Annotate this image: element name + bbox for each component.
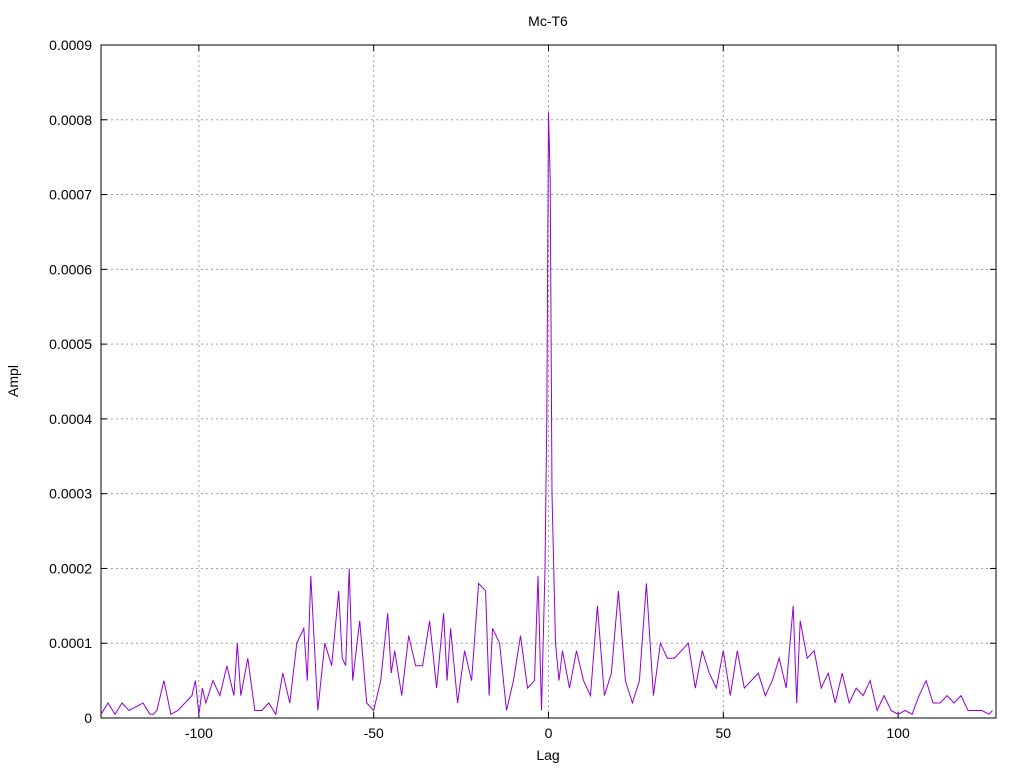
y-tick-label: 0 [84,710,92,726]
ticks: -100 -50 0 50 100 0 0.0001 0.0002 0.0003 0.0004 0.… [49,37,996,741]
y-tick-label: 0.0003 [49,486,92,502]
y-tick-label: 0.0002 [49,560,92,576]
series-line [100,112,993,716]
chart: -100 -50 0 50 100 0 0.0001 0.0002 0.0003 0.0004 0.… [5,13,997,763]
y-tick-label: 0.0009 [49,37,92,53]
chart-title: Mc-T6 [528,13,568,29]
y-tick-label: 0.0004 [49,411,92,427]
y-tick-label: 0.0001 [49,635,92,651]
x-tick-label: 50 [716,725,732,741]
x-tick-label: 100 [886,725,910,741]
x-tick-label: -100 [185,725,213,741]
x-axis-label: Lag [536,747,559,763]
x-tick-label: -50 [364,725,384,741]
y-tick-label: 0.0007 [49,187,92,203]
y-tick-label: 0.0008 [49,112,92,128]
series-group [100,112,993,716]
y-tick-label: 0.0006 [49,261,92,277]
y-axis-label: Ampl [5,365,21,397]
x-tick-label: 0 [545,725,553,741]
y-tick-label: 0.0005 [49,336,92,352]
